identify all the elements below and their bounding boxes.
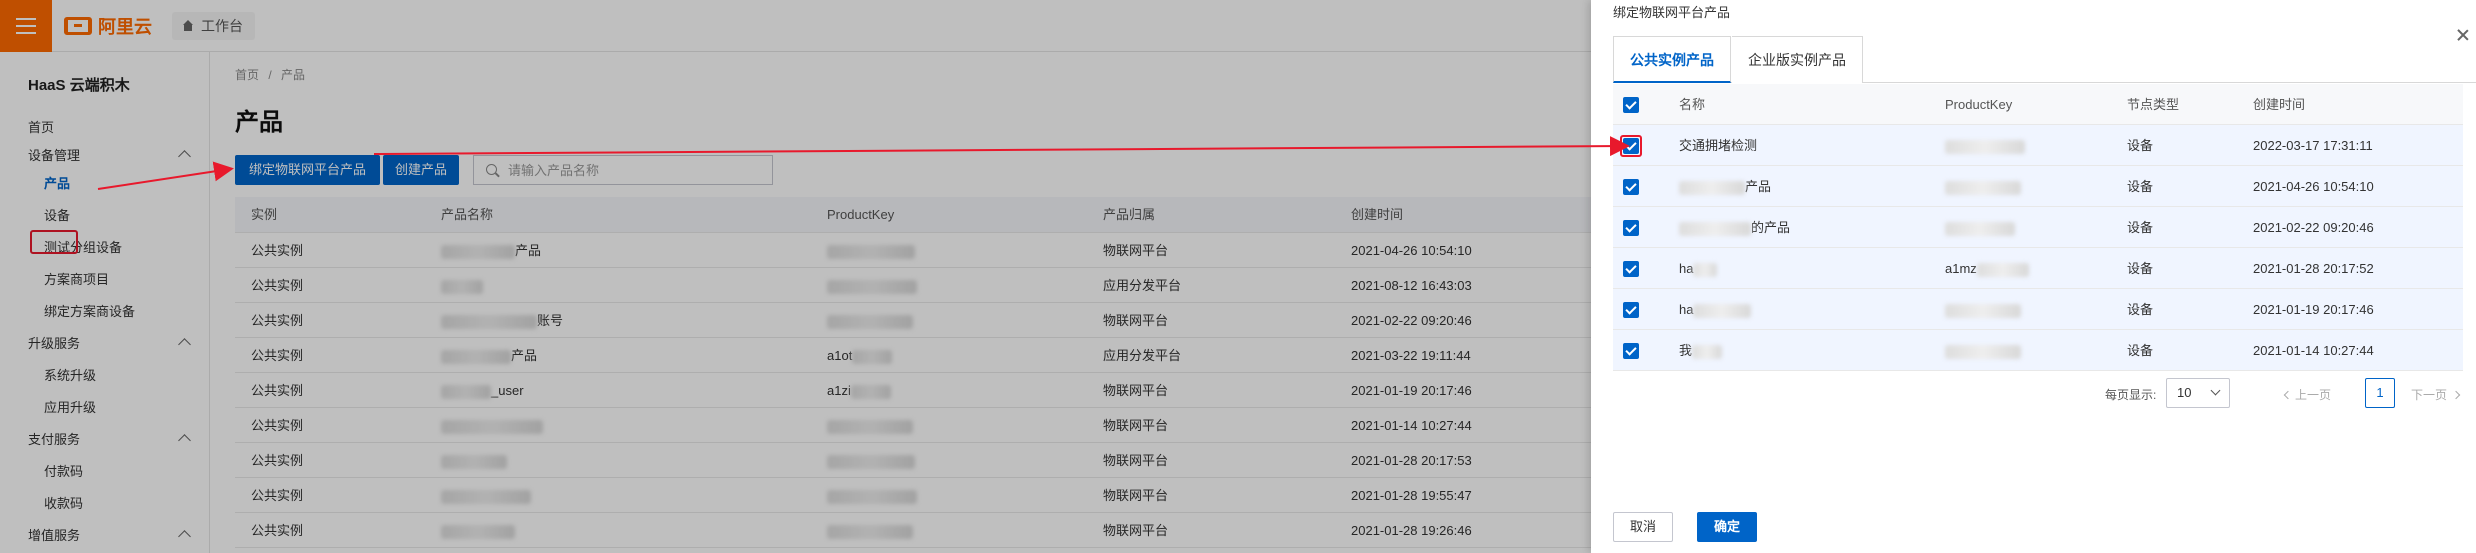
iot-product-table: 名称 ProductKey 节点类型 创建时间 交通拥堵检测 设备 2022-03-…	[1613, 84, 2463, 371]
created-time-cell: 2021-01-19 20:17:46	[2253, 302, 2374, 317]
modal-overlay[interactable]	[0, 0, 1591, 553]
product-name-text: 我	[1679, 343, 1693, 358]
column-header: 节点类型	[2127, 97, 2180, 112]
node-type-cell: 设备	[2127, 138, 2154, 153]
page-number-button[interactable]: 1	[2365, 378, 2395, 408]
product-name-cell: 交通拥堵检测	[1679, 125, 1757, 166]
chevron-down-icon	[2210, 385, 2221, 396]
created-time-cell: 2022-03-17 17:31:11	[2253, 138, 2373, 153]
created-time-cell: 2021-02-22 09:20:46	[2253, 220, 2374, 235]
page-size-select[interactable]: 10	[2166, 378, 2230, 408]
redacted-text	[1945, 139, 2025, 154]
annotation-highlight-box	[1620, 135, 1642, 157]
next-page-label: 下一页	[2411, 388, 2448, 402]
product-key-cell	[1945, 289, 2021, 330]
column-header: 名称	[1679, 97, 1706, 112]
row-checkbox[interactable]	[1623, 220, 1639, 236]
node-type-cell: 设备	[2127, 302, 2154, 317]
table-row[interactable]: 我 设备 2021-01-14 10:27:44	[1613, 330, 2463, 371]
table-header: 名称 ProductKey 节点类型 创建时间	[1613, 84, 2463, 125]
row-checkbox[interactable]	[1623, 179, 1639, 195]
redacted-text	[1679, 221, 1751, 236]
node-type-cell: 设备	[2127, 343, 2154, 358]
product-name-text: 产品	[1745, 179, 1772, 194]
node-type-cell: 设备	[2127, 261, 2154, 276]
page-size-label: 每页显示:	[2105, 388, 2157, 402]
chevron-left-icon	[2283, 390, 2293, 400]
table-row[interactable]: 交通拥堵检测 设备 2022-03-17 17:31:11	[1613, 125, 2463, 166]
product-key-cell	[1945, 207, 2015, 248]
redacted-text	[1679, 180, 1745, 195]
product-name-text: 交通拥堵检测	[1679, 138, 1758, 153]
drawer-tabs: 公共实例产品 企业版实例产品	[1613, 36, 2476, 83]
product-name-cell: 我	[1679, 330, 1723, 371]
product-key-cell	[1945, 330, 2021, 371]
confirm-button[interactable]: 确定	[1697, 512, 1758, 542]
table-row[interactable]: 产品 设备 2021-04-26 10:54:10	[1613, 166, 2463, 207]
product-name-text: ha	[1679, 261, 1694, 276]
tab-enterprise-instance[interactable]: 企业版实例产品	[1732, 36, 1863, 83]
node-type-cell: 设备	[2127, 220, 2154, 235]
redacted-text	[1693, 262, 1718, 277]
prev-page-button[interactable]: 上一页	[2283, 386, 2332, 403]
product-key-cell	[1945, 166, 2021, 207]
drawer-title: 绑定物联网平台产品	[1613, 5, 1731, 20]
column-header: ProductKey	[1945, 97, 2013, 112]
product-key-cell	[1945, 125, 2025, 166]
product-key-text: a1mz	[1945, 261, 1977, 276]
node-type-cell: 设备	[2127, 179, 2154, 194]
row-checkbox[interactable]	[1623, 261, 1639, 277]
select-all-checkbox[interactable]	[1623, 97, 1639, 113]
tab-public-instance[interactable]: 公共实例产品	[1613, 36, 1731, 83]
row-checkbox[interactable]	[1623, 343, 1639, 359]
page-size-value: 10	[2177, 385, 2192, 400]
redacted-text	[1693, 303, 1752, 318]
product-name-cell: 的产品	[1679, 207, 1790, 248]
product-name-cell: ha	[1679, 248, 1718, 289]
redacted-text	[1945, 180, 2021, 195]
chevron-right-icon	[2451, 390, 2461, 400]
redacted-text	[1945, 344, 2021, 359]
redacted-text	[1945, 303, 2021, 318]
prev-page-label: 上一页	[2295, 388, 2332, 402]
product-name-text: ha	[1679, 302, 1694, 317]
bind-product-drawer: 绑定物联网平台产品 公共实例产品 企业版实例产品 名称 ProductKey 节…	[1591, 0, 2476, 553]
table-row[interactable]: ha 设备 2021-01-19 20:17:46	[1613, 289, 2463, 330]
redacted-text	[1976, 262, 2029, 277]
column-header: 创建时间	[2253, 97, 2306, 112]
pagination: 每页显示: 10 上一页 1 下一页	[1613, 374, 2463, 414]
created-time-cell: 2021-04-26 10:54:10	[2253, 179, 2374, 194]
redacted-text	[1692, 344, 1723, 359]
cancel-button[interactable]: 取消	[1613, 512, 1674, 542]
table-row[interactable]: 的产品 设备 2021-02-22 09:20:46	[1613, 207, 2463, 248]
product-key-cell: a1mz	[1945, 248, 2029, 289]
row-checkbox[interactable]	[1623, 302, 1639, 318]
redacted-text	[1945, 221, 2015, 236]
created-time-cell: 2021-01-28 20:17:52	[2253, 261, 2374, 276]
product-name-cell: 产品	[1679, 166, 1771, 207]
table-row[interactable]: ha a1mz 设备 2021-01-28 20:17:52	[1613, 248, 2463, 289]
next-page-button[interactable]: 下一页	[2411, 386, 2461, 403]
created-time-cell: 2021-01-14 10:27:44	[2253, 343, 2374, 358]
product-name-cell: ha	[1679, 289, 1752, 330]
product-name-text: 的产品	[1751, 220, 1791, 235]
